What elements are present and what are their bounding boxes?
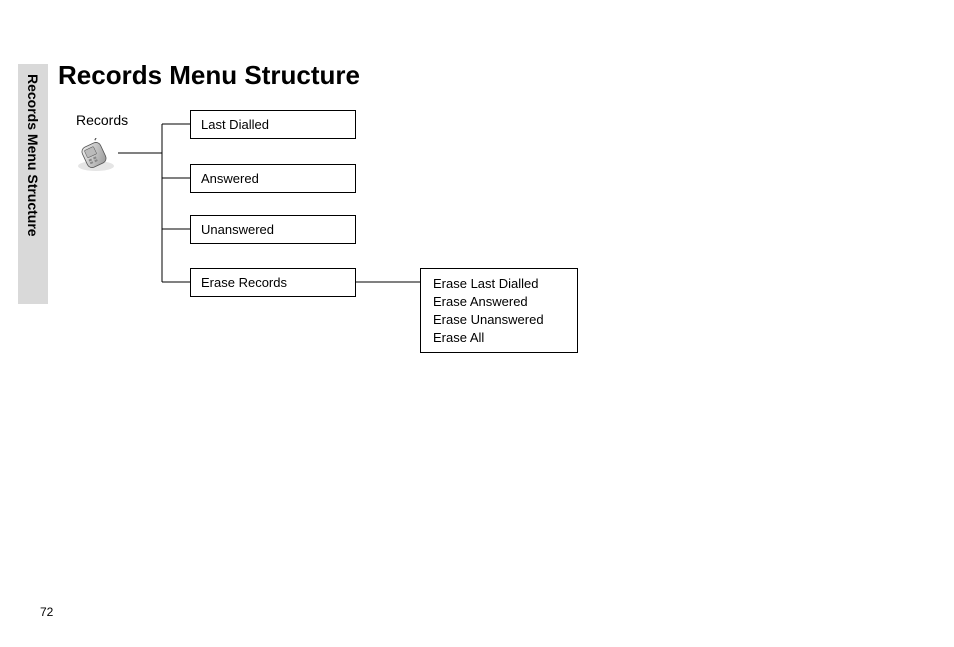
submenu-item: Erase Unanswered: [433, 312, 565, 327]
menu-item-label: Last Dialled: [201, 117, 269, 132]
side-tab-label: Records Menu Structure: [25, 74, 41, 237]
menu-item-answered: Answered: [190, 164, 356, 193]
root-menu-label: Records: [76, 112, 128, 128]
menu-item-label: Answered: [201, 171, 259, 186]
phone-icon: [74, 138, 118, 177]
menu-item-erase-records: Erase Records: [190, 268, 356, 297]
page-number: 72: [40, 605, 53, 619]
menu-item-last-dialled: Last Dialled: [190, 110, 356, 139]
menu-item-label: Erase Records: [201, 275, 287, 290]
submenu-item: Erase Last Dialled: [433, 276, 565, 291]
side-tab: Records Menu Structure: [18, 64, 48, 304]
submenu-item: Erase All: [433, 330, 565, 345]
submenu-erase-records: Erase Last Dialled Erase Answered Erase …: [420, 268, 578, 353]
menu-item-unanswered: Unanswered: [190, 215, 356, 244]
page-title: Records Menu Structure: [58, 60, 360, 91]
menu-item-label: Unanswered: [201, 222, 274, 237]
submenu-item: Erase Answered: [433, 294, 565, 309]
